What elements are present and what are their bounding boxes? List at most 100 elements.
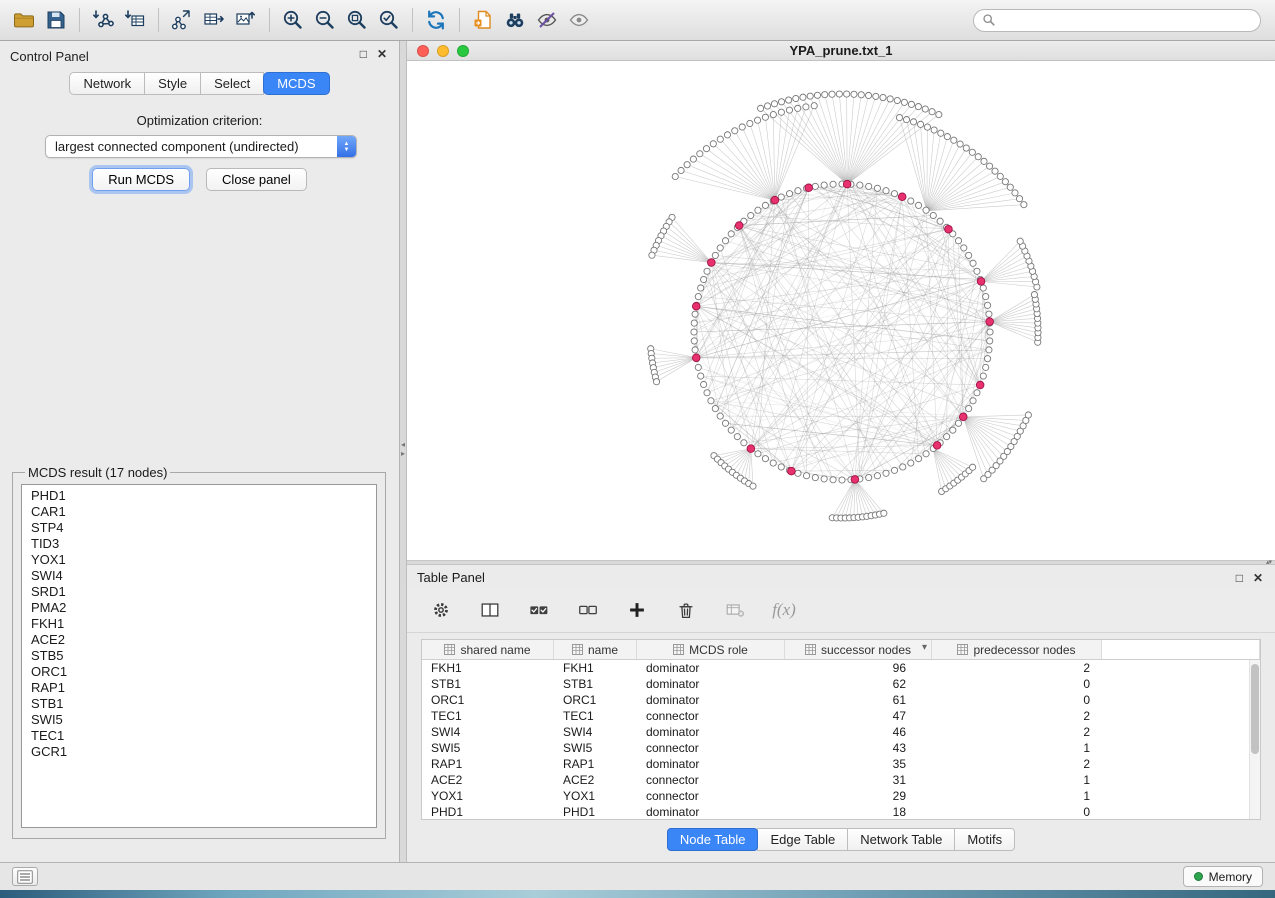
tab-style[interactable]: Style [144, 72, 201, 95]
mcds-result-item[interactable]: STB5 [22, 648, 376, 664]
tab-network[interactable]: Network [69, 72, 145, 95]
float-window-icon[interactable]: □ [1236, 571, 1243, 585]
table-row[interactable]: ORC1ORC1dominator610 [422, 692, 1260, 708]
mcds-result-item[interactable]: TEC1 [22, 728, 376, 744]
search-input[interactable] [1001, 13, 1252, 27]
table-cell: 62 [785, 677, 932, 691]
deselect-all-button[interactable] [572, 596, 604, 624]
mcds-result-item[interactable]: SWI5 [22, 712, 376, 728]
show-columns-button[interactable] [474, 596, 506, 624]
table-row[interactable]: STB1STB1dominator620 [422, 676, 1260, 692]
export-network-button[interactable] [166, 6, 198, 34]
memory-label: Memory [1209, 870, 1252, 884]
column-header-name[interactable]: name [554, 640, 637, 659]
network-graph[interactable] [407, 61, 1275, 560]
export-table-button[interactable] [198, 6, 230, 34]
float-window-icon[interactable]: □ [360, 47, 367, 61]
mcds-result-item[interactable]: PHD1 [22, 488, 376, 504]
table-row[interactable]: SWI4SWI4dominator462 [422, 724, 1260, 740]
mcds-result-item[interactable]: ACE2 [22, 632, 376, 648]
table-cell: 1 [932, 773, 1102, 787]
open-file-button[interactable] [8, 6, 40, 34]
table-row[interactable]: ACE2ACE2connector311 [422, 772, 1260, 788]
table-row[interactable]: FKH1FKH1dominator962 [422, 660, 1260, 676]
import-network-button[interactable] [87, 6, 119, 34]
refresh-icon [424, 8, 448, 32]
table-cell: FKH1 [554, 661, 637, 675]
splitter-right-icon[interactable]: ▸ [401, 450, 405, 457]
close-panel-button[interactable]: Close panel [206, 168, 307, 191]
mcds-result-item[interactable]: CAR1 [22, 504, 376, 520]
mcds-result-item[interactable]: PMA2 [22, 600, 376, 616]
mcds-result-item[interactable]: GCR1 [22, 744, 376, 760]
hide-elements-button[interactable] [531, 6, 563, 34]
table-row[interactable]: YOX1YOX1connector291 [422, 788, 1260, 804]
refresh-button[interactable] [420, 6, 452, 34]
tab-network-table[interactable]: Network Table [847, 828, 955, 851]
vertical-splitter[interactable]: ◂ ▸ [400, 41, 407, 862]
mcds-result-item[interactable]: STB1 [22, 696, 376, 712]
close-panel-icon[interactable]: ✕ [1253, 571, 1263, 585]
table-row[interactable]: PHD1PHD1dominator180 [422, 804, 1260, 820]
toolbar-separator [459, 8, 460, 32]
close-window-button[interactable] [417, 45, 429, 57]
zoom-selected-button[interactable] [373, 6, 405, 34]
tab-node-table[interactable]: Node Table [667, 828, 759, 851]
tab-motifs[interactable]: Motifs [954, 828, 1015, 851]
delete-table-button-disabled [719, 596, 751, 624]
tab-mcds[interactable]: MCDS [263, 72, 329, 95]
memory-button[interactable]: Memory [1183, 866, 1263, 887]
eye-off-icon [535, 8, 559, 32]
optimization-criterion-select[interactable]: largest connected component (undirected)… [45, 135, 357, 158]
search-box[interactable] [973, 9, 1261, 32]
tab-edge-table[interactable]: Edge Table [757, 828, 848, 851]
export-network-icon [170, 8, 194, 32]
scrollbar-thumb[interactable] [1251, 664, 1259, 754]
splitter-left-icon[interactable]: ◂ [401, 441, 405, 448]
close-panel-icon[interactable]: ✕ [377, 47, 387, 61]
zoom-in-button[interactable] [277, 6, 309, 34]
mcds-result-item[interactable]: SWI4 [22, 568, 376, 584]
run-mcds-button[interactable]: Run MCDS [92, 168, 190, 191]
share-document-button[interactable] [467, 6, 499, 34]
table-row[interactable]: TEC1TEC1connector472 [422, 708, 1260, 724]
save-session-button[interactable] [40, 6, 72, 34]
find-button[interactable] [499, 6, 531, 34]
table-panel-toggle-button[interactable] [12, 867, 38, 886]
mcds-result-list[interactable]: PHD1CAR1STP4TID3YOX1SWI4SRD1PMA2FKH1ACE2… [21, 484, 377, 828]
dropdown-stepper[interactable]: ▲▼ [337, 136, 356, 157]
export-image-button[interactable] [230, 6, 262, 34]
column-header-mcds-role[interactable]: MCDS role [637, 640, 785, 659]
delete-column-button[interactable] [670, 596, 702, 624]
table-row[interactable]: SWI5SWI5connector431 [422, 740, 1260, 756]
import-table-icon [123, 8, 147, 32]
table-scrollbar[interactable] [1249, 660, 1260, 819]
mcds-result-item[interactable]: FKH1 [22, 616, 376, 632]
column-header-successor-nodes[interactable]: successor nodes ▾ [785, 640, 932, 659]
mcds-result-item[interactable]: STP4 [22, 520, 376, 536]
mcds-result-item[interactable]: ORC1 [22, 664, 376, 680]
chevron-down-icon: ▼ [344, 147, 350, 153]
import-table-button[interactable] [119, 6, 151, 34]
mcds-result-item[interactable]: RAP1 [22, 680, 376, 696]
select-all-button[interactable] [523, 596, 555, 624]
network-canvas[interactable] [407, 61, 1275, 560]
minimize-window-button[interactable] [437, 45, 449, 57]
table-cell: dominator [637, 805, 785, 819]
mcds-result-item[interactable]: YOX1 [22, 552, 376, 568]
network-window-titlebar[interactable]: YPA_prune.txt_1 [407, 41, 1275, 61]
table-settings-button[interactable] [425, 596, 457, 624]
zoom-fit-button[interactable] [341, 6, 373, 34]
sort-chevron-icon[interactable]: ▾ [922, 642, 927, 653]
column-header-predecessor-nodes[interactable]: predecessor nodes [932, 640, 1102, 659]
mcds-result-item[interactable]: SRD1 [22, 584, 376, 600]
zoom-out-button[interactable] [309, 6, 341, 34]
column-header-shared-name[interactable]: shared name [422, 640, 554, 659]
table-cell: 2 [932, 709, 1102, 723]
mcds-result-item[interactable]: TID3 [22, 536, 376, 552]
table-row[interactable]: RAP1RAP1dominator352 [422, 756, 1260, 772]
tab-select[interactable]: Select [200, 72, 264, 95]
add-column-button[interactable] [621, 596, 653, 624]
zoom-window-button[interactable] [457, 45, 469, 57]
show-elements-button[interactable] [563, 6, 595, 34]
